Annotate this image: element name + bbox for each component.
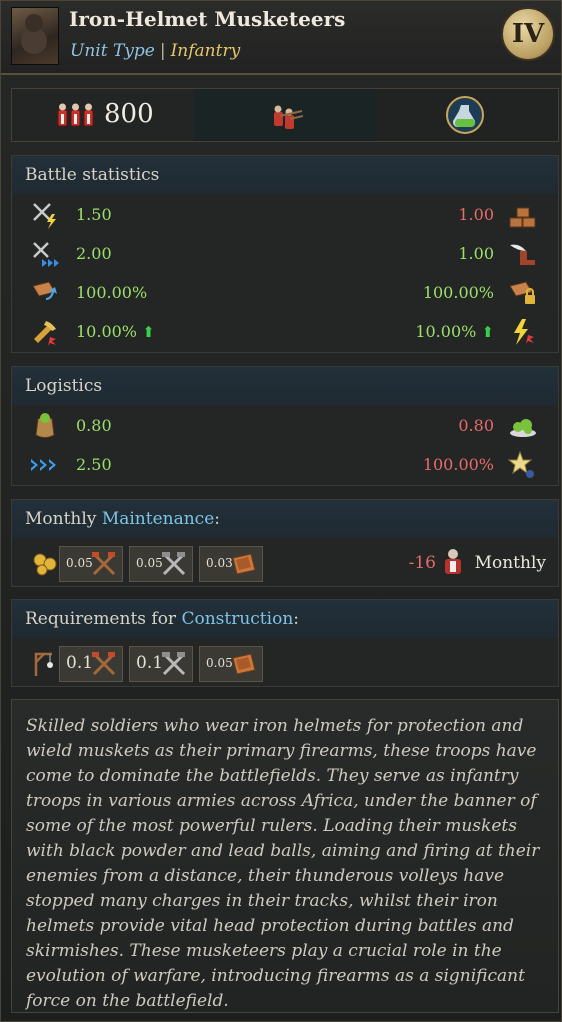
maintenance-title-prefix: Monthly — [25, 509, 102, 529]
attack-speed-value: 1.50 — [76, 205, 112, 224]
logistics-title: Logistics — [25, 376, 103, 396]
attack-range-value: 2.00 — [76, 244, 112, 263]
supply-sack-icon[interactable] — [30, 411, 60, 441]
maintenance-iron-amount: 0.05 — [136, 556, 163, 570]
soldiers-cell[interactable]: 800 — [12, 89, 194, 141]
unit-type-value: Infantry — [170, 41, 241, 61]
tier-badge: IV — [501, 7, 555, 61]
charge-icon[interactable] — [30, 278, 60, 308]
ability-cell[interactable] — [376, 89, 558, 141]
maintenance-row: 0.05 0.05 0.03 -16 Monthly — [12, 540, 558, 586]
maintenance-title-highlight[interactable]: Maintenance — [102, 509, 214, 529]
upkeep-value: -16 — [408, 553, 436, 573]
maintenance-header: Monthly Maintenance: — [12, 500, 558, 538]
critical-icon[interactable] — [30, 317, 60, 347]
potion-icon — [446, 96, 484, 134]
critical-value: 10.00% ⬆ — [76, 322, 155, 341]
iron-tools-icon — [162, 652, 186, 676]
speed-chevrons-icon[interactable] — [30, 450, 60, 480]
battle-statistics-header: Battle statistics — [12, 156, 558, 194]
movement-value: 1.00 — [458, 244, 494, 263]
gold-coins-icon[interactable] — [30, 548, 60, 578]
upkeep-label: Monthly — [474, 553, 546, 573]
wood-axes-icon — [92, 552, 116, 576]
construction-header: Requirements for Construction: — [12, 600, 558, 638]
arrow-up-icon: ⬆ — [142, 323, 155, 341]
charge-value: 100.00% — [76, 283, 148, 302]
construction-panel: Requirements for Construction: 0.1 0.1 0… — [11, 599, 559, 687]
construction-iron-amount: 0.1 — [136, 653, 164, 673]
battle-statistics-panel: Battle statistics 1.50 1.00 2.00 1.00 10… — [11, 155, 559, 353]
wood-axes-icon — [92, 652, 116, 676]
armor-lock-icon[interactable] — [508, 278, 538, 308]
construction-title-prefix: Requirements for — [25, 609, 182, 629]
construction-crane-icon[interactable] — [30, 648, 60, 678]
defense-value: 1.00 — [458, 205, 494, 224]
maintenance-wood-amount: 0.05 — [66, 556, 93, 570]
morale-value: 100.00% — [422, 455, 494, 474]
unit-description-panel: Skilled soldiers who wear iron helmets f… — [11, 699, 559, 1013]
construction-leather-amount: 0.05 — [206, 656, 233, 670]
unit-summary-bar: 800 — [11, 88, 559, 142]
leather-icon — [232, 553, 256, 575]
unit-type-key: Unit Type — [70, 41, 155, 61]
morale-star-icon[interactable] — [508, 450, 538, 480]
musketeer-icon — [274, 105, 304, 129]
critical-value-text: 10.00% — [76, 322, 138, 341]
maintenance-panel: Monthly Maintenance: 0.05 0.05 0.03 -16 … — [11, 499, 559, 587]
maintenance-wood-box[interactable]: 0.05 — [59, 546, 123, 582]
logistics-header: Logistics — [12, 367, 558, 405]
speed-value: 2.50 — [76, 455, 112, 474]
construction-title-highlight[interactable]: Construction — [181, 609, 293, 629]
maintenance-iron-box[interactable]: 0.05 — [129, 546, 193, 582]
supply-value: 0.80 — [76, 416, 112, 435]
unit-class-cell[interactable] — [194, 89, 376, 141]
maintenance-title-suffix: : — [214, 509, 220, 529]
maintenance-leather-box[interactable]: 0.03 — [199, 546, 263, 582]
stat-row: 10.00% ⬆ 10.00% ⬆ — [12, 313, 558, 351]
armor-value: 100.00% — [422, 283, 494, 302]
construction-iron-box[interactable]: 0.1 — [129, 646, 193, 682]
logistics-panel: Logistics 0.80 0.80 2.50 100.00% — [11, 366, 559, 486]
food-icon[interactable] — [508, 411, 538, 441]
lightning-icon[interactable] — [508, 317, 538, 347]
stat-row: 2.00 1.00 — [12, 235, 558, 273]
stat-row: 100.00% 100.00% — [12, 274, 558, 312]
logistics-row: 0.80 0.80 — [12, 407, 558, 445]
maintenance-leather-amount: 0.03 — [206, 556, 233, 570]
iron-tools-icon — [162, 552, 186, 576]
food-value: 0.80 — [458, 416, 494, 435]
battle-statistics-title: Battle statistics — [25, 165, 160, 185]
construction-title-suffix: : — [293, 609, 299, 629]
unit-portrait — [11, 7, 59, 65]
soldiers-count: 800 — [104, 99, 154, 129]
leather-icon — [232, 653, 256, 675]
unit-type: Unit Type | Infantry — [70, 41, 240, 61]
maintenance-title: Monthly Maintenance: — [25, 509, 220, 529]
unit-name: Iron-Helmet Musketeers — [69, 7, 346, 31]
construction-wood-amount: 0.1 — [66, 653, 94, 673]
construction-leather-box[interactable]: 0.05 — [199, 646, 263, 682]
unit-card: Iron-Helmet Musketeers Unit Type | Infantr… — [0, 0, 562, 1022]
unit-header: Iron-Helmet Musketeers Unit Type | Infantr… — [1, 1, 561, 75]
construction-row: 0.1 0.1 0.05 — [12, 640, 558, 686]
unit-type-separator: | — [159, 41, 166, 61]
arrow-up-icon: ⬆ — [481, 323, 494, 341]
attack-range-icon[interactable] — [30, 239, 60, 269]
defense-blocks-icon[interactable] — [508, 200, 538, 230]
critical-defense-value-text: 10.00% — [415, 322, 477, 341]
winged-boot-icon[interactable] — [508, 239, 538, 269]
logistics-row: 2.50 100.00% — [12, 446, 558, 484]
stat-row: 1.50 1.00 — [12, 196, 558, 234]
soldier-upkeep-icon — [445, 549, 461, 574]
critical-defense-value: 10.00% ⬆ — [415, 322, 494, 341]
attack-speed-icon[interactable] — [30, 200, 60, 230]
unit-description: Skilled soldiers who wear iron helmets f… — [26, 716, 540, 1011]
construction-wood-box[interactable]: 0.1 — [59, 646, 123, 682]
construction-title: Requirements for Construction: — [25, 609, 299, 629]
soldiers-icon — [57, 103, 94, 127]
